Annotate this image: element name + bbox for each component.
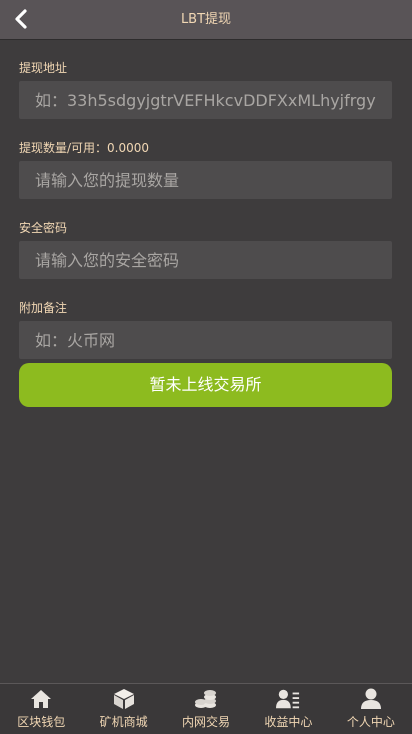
submit-button[interactable]: 暂未上线交易所 xyxy=(19,363,392,407)
coins-icon xyxy=(194,687,218,711)
home-icon xyxy=(29,687,53,711)
box-icon xyxy=(112,687,136,711)
tab-label: 个人中心 xyxy=(346,715,395,729)
password-label: 安全密码 xyxy=(19,221,68,235)
page-title: LBT提现 xyxy=(180,12,232,27)
amount-label: 提现数量/可用：0.0000 xyxy=(19,141,150,155)
header-bar: LBT提现 xyxy=(0,0,412,40)
user-list-icon xyxy=(276,687,300,711)
address-input[interactable] xyxy=(19,81,392,119)
tab-profile[interactable]: 个人中心 xyxy=(330,684,412,734)
tab-label: 区块钱包 xyxy=(17,715,66,729)
bottom-tab-bar: 区块钱包 矿机商城 内网交易 收益中心 个人中心 xyxy=(0,683,412,734)
tab-trade[interactable]: 内网交易 xyxy=(165,684,247,734)
address-label: 提现地址 xyxy=(19,61,68,75)
tab-mall[interactable]: 矿机商城 xyxy=(82,684,164,734)
person-icon xyxy=(359,687,383,711)
tab-earnings[interactable]: 收益中心 xyxy=(247,684,329,734)
amount-input[interactable] xyxy=(19,161,392,199)
remark-input[interactable] xyxy=(19,321,392,359)
withdraw-form: 提现地址 提现数量/可用：0.0000 安全密码 附加备注 xyxy=(19,60,392,380)
password-input[interactable] xyxy=(19,241,392,279)
tab-label: 收益中心 xyxy=(264,715,313,729)
tab-label: 内网交易 xyxy=(182,715,231,729)
tab-label: 矿机商城 xyxy=(99,715,148,729)
tab-wallet[interactable]: 区块钱包 xyxy=(0,684,82,734)
remark-label: 附加备注 xyxy=(19,301,68,315)
